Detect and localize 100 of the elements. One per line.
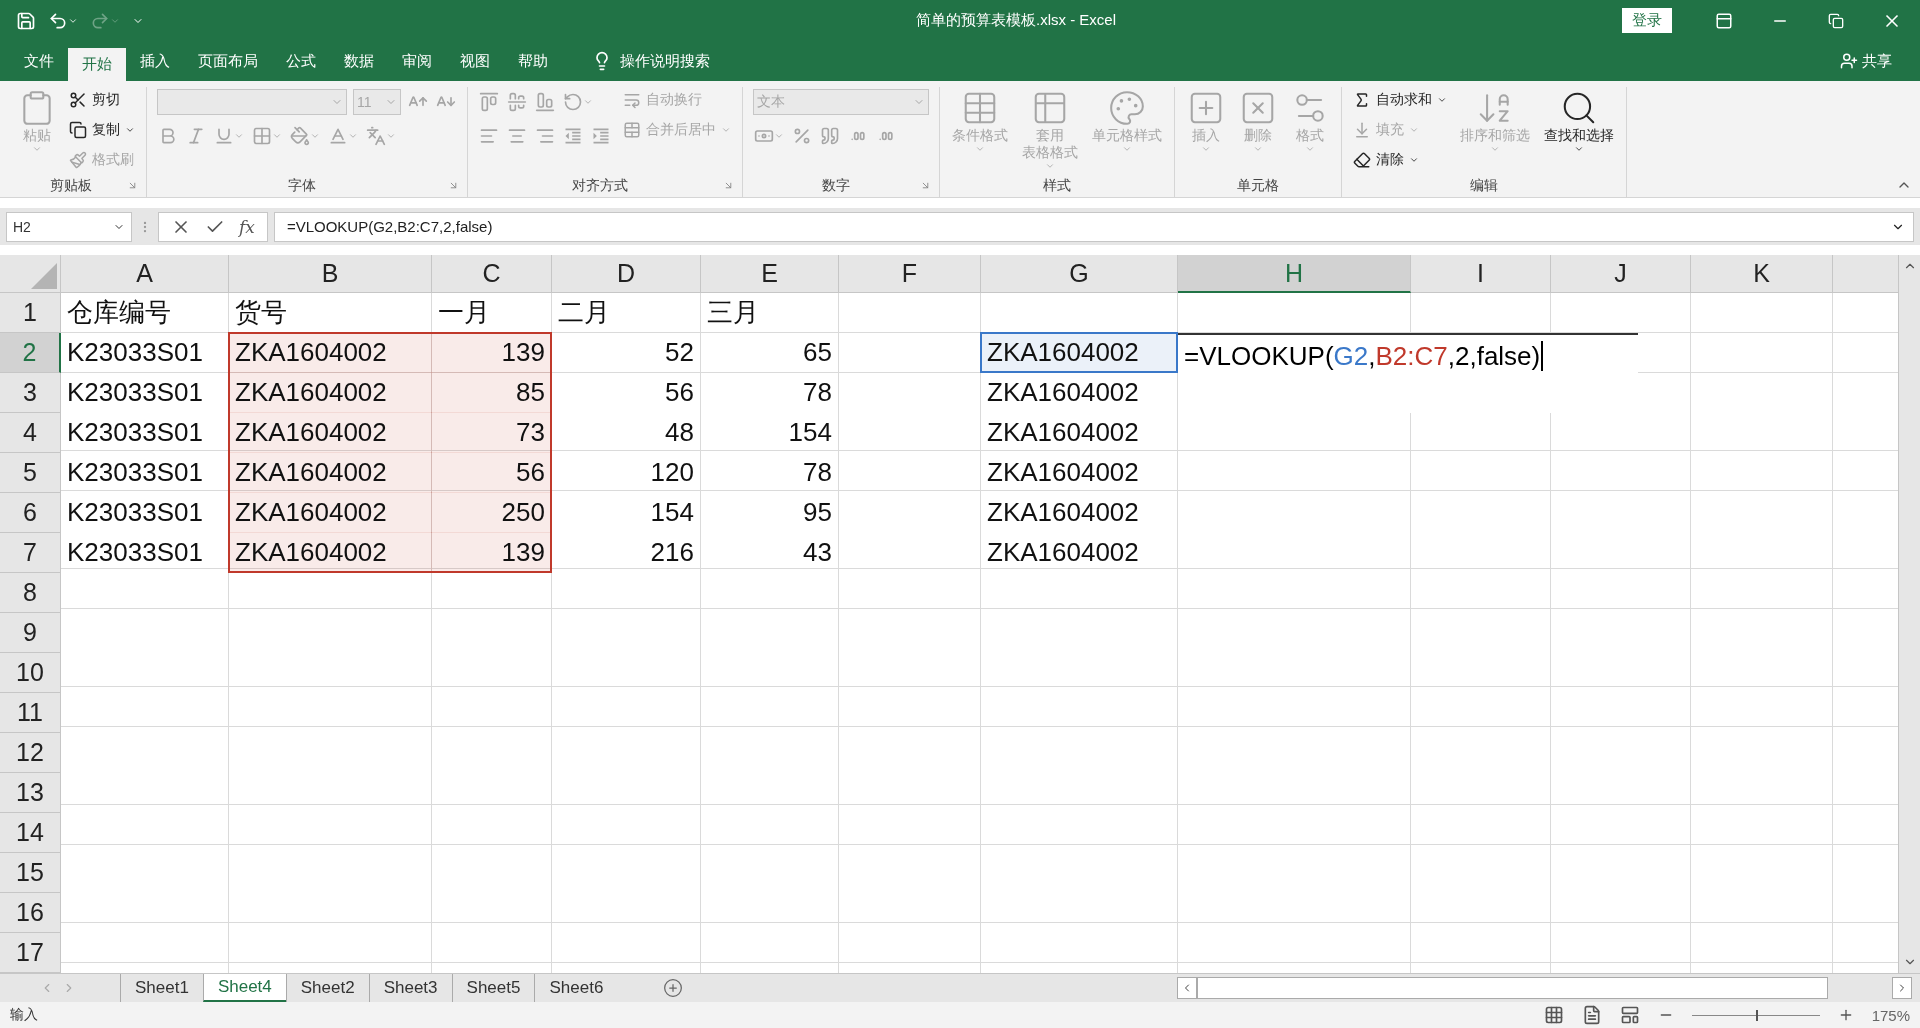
table-cell: 154 xyxy=(650,497,694,528)
column-header[interactable]: H xyxy=(1178,255,1411,293)
italic-icon xyxy=(186,126,206,146)
row-header[interactable]: 6 xyxy=(0,493,61,533)
menu-tab[interactable]: 文件 xyxy=(10,41,68,81)
indent-decrease-icon xyxy=(563,126,583,146)
align-top-icon xyxy=(479,92,499,112)
row-header[interactable]: 5 xyxy=(0,453,61,493)
column-header[interactable]: F xyxy=(839,255,981,293)
table-cell: K23033S01 xyxy=(67,457,203,488)
row-header[interactable]: 3 xyxy=(0,373,61,413)
caret-icon xyxy=(1409,125,1419,135)
row-header[interactable]: 2 xyxy=(0,333,61,373)
column-header[interactable]: E xyxy=(701,255,839,293)
row-header[interactable]: 15 xyxy=(0,853,61,893)
table-cell: ZKA1604002 xyxy=(235,337,387,368)
row-header[interactable]: 13 xyxy=(0,773,61,813)
table-cell-text: 货号 xyxy=(235,296,287,329)
percent-icon xyxy=(792,126,812,146)
menu-tab[interactable]: 审阅 xyxy=(388,41,446,81)
menu-tab[interactable]: 帮助 xyxy=(504,41,562,81)
row-header[interactable]: 14 xyxy=(0,813,61,853)
share-button[interactable]: 共享 xyxy=(1834,41,1898,81)
row-header[interactable]: 9 xyxy=(0,613,61,653)
row-header[interactable]: 11 xyxy=(0,693,61,733)
zoom-thumb[interactable] xyxy=(1755,1009,1758,1021)
menu-tab[interactable]: 页面布局 xyxy=(184,41,272,81)
arrow-down-icon xyxy=(1353,121,1371,139)
table-cell: ZKA1604002 xyxy=(987,337,1139,368)
insert-function-button[interactable]: fx xyxy=(239,216,255,237)
row-header[interactable]: 12 xyxy=(0,733,61,773)
menu-tab[interactable]: 开始 xyxy=(68,48,126,81)
column-header[interactable]: D xyxy=(552,255,701,293)
group-label: 剪贴板 xyxy=(48,176,93,195)
wrap-text-icon xyxy=(623,91,641,109)
menu-tab[interactable]: 视图 xyxy=(446,41,504,81)
column-header[interactable]: C xyxy=(432,255,552,293)
ribbon-button[interactable]: 查找和选择 xyxy=(1540,87,1618,156)
menu-tab[interactable]: 公式 xyxy=(272,41,330,81)
ribbon-button[interactable]: 剪切 xyxy=(66,87,138,113)
ribbon-button[interactable]: 自动求和 xyxy=(1350,87,1450,113)
caret-icon xyxy=(774,131,784,141)
select-all-corner[interactable] xyxy=(0,255,61,293)
column-header[interactable]: J xyxy=(1551,255,1691,293)
name-box[interactable]: H2 xyxy=(6,211,132,242)
table-cell: ZKA1604002 xyxy=(235,537,387,568)
row-header[interactable]: 8 xyxy=(0,573,61,613)
ribbon-button[interactable]: 清除 xyxy=(1350,147,1450,173)
row-header[interactable]: 7 xyxy=(0,533,61,573)
table-cell: ZKA1604002 xyxy=(987,457,1139,488)
column-header[interactable]: K xyxy=(1691,255,1833,293)
table-cell: ZKA1604002 xyxy=(235,417,387,448)
caret-icon xyxy=(1490,144,1500,154)
scroll-right-icon[interactable] xyxy=(1892,977,1912,999)
horizontal-scrollbar[interactable] xyxy=(1177,974,1912,1002)
row-header[interactable]: 16 xyxy=(0,893,61,933)
table-cell-text: 二月 xyxy=(558,296,610,329)
comma-icon xyxy=(820,126,840,146)
group-label: 单元格 xyxy=(1236,176,1280,195)
caret-icon xyxy=(234,131,244,141)
table-cell: 48 xyxy=(665,417,694,448)
row-header[interactable]: 4 xyxy=(0,413,61,453)
normal-view-icon[interactable] xyxy=(1543,1005,1564,1025)
rotate-icon xyxy=(563,92,583,112)
paintbrush-icon xyxy=(69,151,87,169)
menu-tab[interactable]: 数据 xyxy=(330,41,388,81)
tell-me-search[interactable]: 操作说明搜索 xyxy=(586,41,716,81)
align-right-icon xyxy=(535,126,555,146)
group-label: 编辑 xyxy=(1469,176,1499,195)
column-header[interactable]: A xyxy=(61,255,229,293)
caret-icon xyxy=(1305,144,1315,154)
table-cell: 216 xyxy=(650,537,694,568)
caret-icon xyxy=(1437,95,1447,105)
table-cell: 120 xyxy=(650,457,694,488)
eraser-icon xyxy=(1353,151,1371,169)
row-header[interactable]: 10 xyxy=(0,653,61,693)
formula-field[interactable]: =VLOOKUP(G2,B2:C7,2,false) xyxy=(273,211,1914,242)
table-cell: ZKA1604002 xyxy=(987,537,1139,568)
table-cell: K23033S01 xyxy=(67,377,203,408)
sign-in-button[interactable]: 登录 xyxy=(1622,8,1672,33)
ribbon-button[interactable]: 复制 xyxy=(66,117,138,143)
vertical-scrollbar[interactable] xyxy=(1898,255,1920,973)
align-left-icon xyxy=(479,126,499,146)
scroll-left-icon[interactable] xyxy=(1177,977,1197,999)
table-cell: ZKA1604002 xyxy=(987,417,1139,448)
copy-icon xyxy=(69,121,87,139)
column-header[interactable]: I xyxy=(1411,255,1551,293)
row-header[interactable]: 17 xyxy=(0,933,61,973)
column-header[interactable]: B xyxy=(229,255,432,293)
sheet-tab[interactable]: Sheet4 xyxy=(202,974,286,1002)
scroll-thumb[interactable] xyxy=(1197,977,1828,999)
table-cell: K23033S01 xyxy=(67,337,203,368)
caret-icon xyxy=(975,144,985,154)
row-header[interactable]: 1 xyxy=(0,293,61,333)
table-cell: K23033S01 xyxy=(67,497,203,528)
page-break-icon[interactable] xyxy=(1619,1005,1640,1025)
caret-icon xyxy=(1253,144,1263,154)
menu-tab[interactable]: 插入 xyxy=(126,41,184,81)
cell-formula-input[interactable]: =VLOOKUP(G2,B2:C7,2,false) xyxy=(1178,333,1638,413)
column-header[interactable]: G xyxy=(981,255,1178,293)
